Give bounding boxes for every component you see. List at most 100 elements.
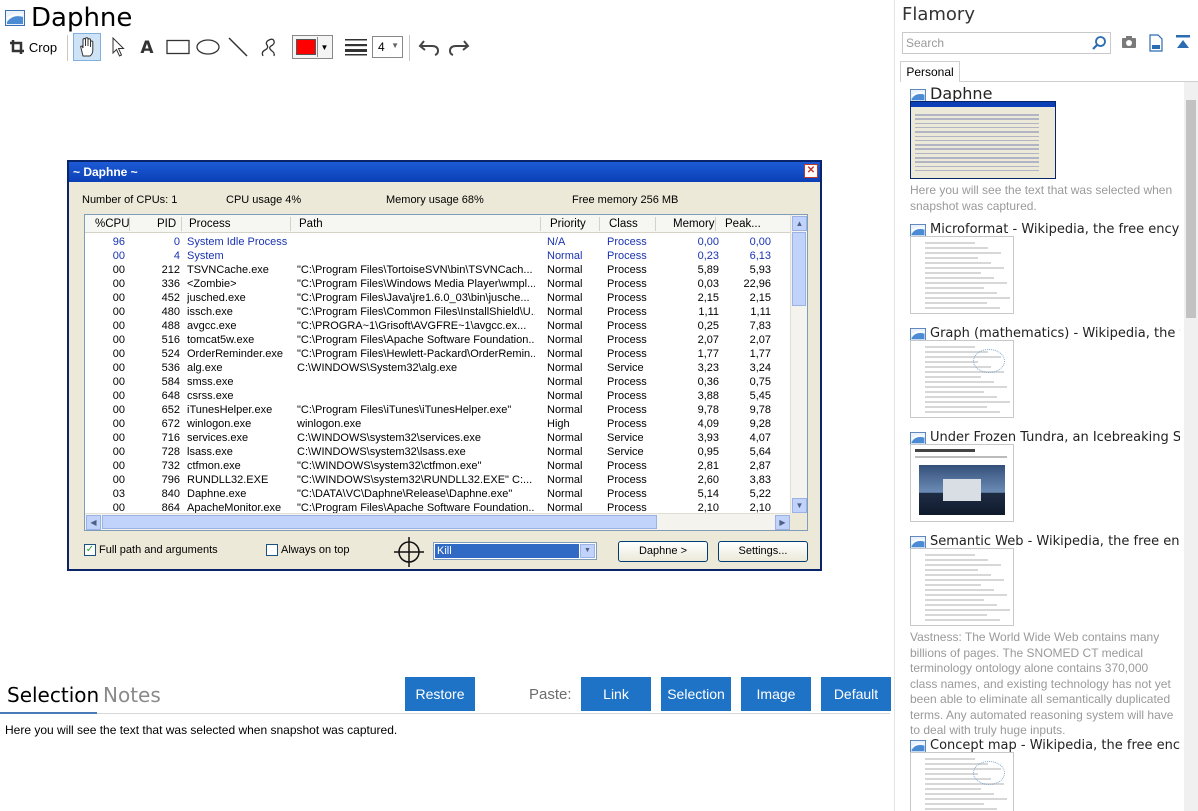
class-cell: Process [607,278,647,290]
table-row: 00 452 jusched.exe "C:\Program Files\Java\j… [85,291,791,305]
color-swatch [296,39,316,55]
freehand-icon [261,38,275,57]
priority-cell: Normal [547,488,583,500]
process-cell: OrderReminder.exe [187,348,283,360]
freehand-tool-button[interactable] [256,32,282,62]
snapshot-card[interactable]: Semantic Web - Wikipedia, the free encyc… [910,534,1180,739]
snapshot-card[interactable]: Daphne Here you will see the text that wa… [910,87,1180,214]
priority-cell: Normal [547,474,583,486]
peak-cell: 2,15 [749,292,771,304]
class-cell: Process [607,376,647,388]
priority-cell: Normal [547,446,583,458]
path-cell: "C:\Program Files\TortoiseSVN\bin\TSVNCa… [297,264,533,276]
crop-button[interactable]: Crop [4,32,62,62]
snapshot-card[interactable]: Concept map - Wikipedia, the free encycl… [910,738,1180,811]
peak-cell: 0,00 [749,236,771,248]
table-row: 00 728 lsass.exe C:\WINDOWS\system32\lsass.… [85,445,791,459]
paste-selection-button[interactable]: Selection [661,677,731,711]
pid-cell: 716 [161,432,180,444]
collapse-panel-icon[interactable] [1175,34,1191,55]
snapshot-title: Semantic Web - Wikipedia, the free encyc… [930,534,1180,549]
paste-label: Paste: [529,686,572,703]
settings-button: Settings... [718,541,808,562]
class-cell: Process [607,292,647,304]
process-table-body: 96 0 System Idle Process N/A Process 0,00 0,00… [85,235,791,515]
tab-notes[interactable]: Notes [103,683,161,707]
snapshot-card[interactable]: Under Frozen Tundra, an Icebreaking Ship… [910,430,1180,526]
priority-cell: Normal [547,278,583,290]
cpu-cell: 00 [112,474,125,486]
camera-icon[interactable] [1121,34,1137,55]
snapshot-card[interactable]: Graph (mathematics) - Wikipedia, the fre… [910,326,1180,422]
memory-cell: 3,88 [697,390,719,402]
pid-cell: 480 [161,306,180,318]
scrollbar-thumb[interactable] [1186,100,1196,318]
line-tool-button[interactable] [225,32,251,62]
process-cell: issch.exe [187,306,233,318]
priority-cell: Normal [547,348,583,360]
crop-icon [9,39,25,55]
color-picker[interactable]: ▼ [292,35,333,59]
active-tab-indicator [0,712,97,714]
table-row: 00 480 issch.exe "C:\Program Files\Common F… [85,305,791,319]
process-cell: Daphne.exe [187,488,247,500]
text-icon: A [140,38,154,56]
text-tool-button[interactable]: A [136,32,158,62]
path-cell: "C:\Program Files\Java\jre1.6.0_03\bin\j… [297,292,530,304]
redo-button[interactable] [446,32,472,62]
snapshot-thumbnail [910,101,1056,179]
cpu-cell: 00 [112,376,125,388]
app-title: Flamory [902,4,975,25]
pointer-tool-button[interactable] [106,32,130,62]
snapshot-footer: ✓ Full path and arguments Always on top … [69,537,820,567]
svg-text:A: A [140,38,154,56]
paste-link-button[interactable]: Link [581,677,651,711]
paste-image-button[interactable]: Image [741,677,811,711]
line-width-select[interactable]: 4 ▼ [372,36,403,58]
memory-cell: 4,09 [697,418,719,430]
table-row: 00 672 winlogon.exe winlogon.exe High Process… [85,417,791,431]
vertical-scrollbar: ▲ ▼ [790,215,807,514]
hand-tool-button[interactable] [73,33,101,61]
process-cell: TSVNCache.exe [187,264,269,276]
pid-cell: 212 [161,264,180,276]
cpu-cell: 00 [112,264,125,276]
ellipse-tool-button[interactable] [194,32,222,62]
restore-button[interactable]: Restore [405,677,475,711]
process-cell: services.exe [187,432,249,444]
pid-cell: 0 [173,236,180,248]
crop-label: Crop [28,39,58,55]
paste-default-button[interactable]: Default [821,677,891,711]
process-cell: winlogon.exe [187,418,252,430]
scroll-right-icon: ▶ [775,515,790,530]
table-row: 00 652 iTunesHelper.exe "C:\Program Files\i… [85,403,791,417]
search-icon[interactable] [1091,35,1107,54]
search-field[interactable]: Search [902,32,1111,54]
scrollbar-thumb [792,232,806,306]
memory-cell: 9,78 [697,404,719,416]
memory-cell: 0,00 [697,236,719,248]
memory-cell: 0,25 [697,320,719,332]
toolbar-divider [67,35,68,61]
process-cell: System Idle Process [187,236,288,248]
free-memory: Free memory 256 MB [572,194,679,206]
rectangle-icon [166,39,190,55]
line-width-button[interactable] [343,32,369,62]
cpu-cell: 00 [112,334,125,346]
peak-cell: 3,24 [749,362,771,374]
document-icon[interactable] [1148,34,1164,57]
column-header: Process [189,218,231,230]
horizontal-scrollbar: ◀ ▶ [85,513,791,530]
table-row: 00 796 RUNDLL32.EXE "C:\WINDOWS\system32\RU… [85,473,791,487]
rectangle-tool-button[interactable] [164,32,192,62]
undo-button[interactable] [416,32,442,62]
scroll-left-icon: ◀ [86,515,101,530]
tab-selection[interactable]: Selection [7,683,99,707]
cpu-cell: 96 [112,236,125,248]
sidebar-scrollbar[interactable] [1184,82,1198,811]
snapshot-card[interactable]: Microformat - Wikipedia, the free encycl… [910,222,1180,318]
close-icon: ✕ [804,164,818,178]
path-cell: "C:\PROGRA~1\Grisoft\AVGFRE~1\avgcc.ex..… [297,320,527,332]
table-row: 03 840 Daphne.exe "C:\DATA\VC\Daphne\Releas… [85,487,791,501]
tab-personal[interactable]: Personal [900,61,960,82]
